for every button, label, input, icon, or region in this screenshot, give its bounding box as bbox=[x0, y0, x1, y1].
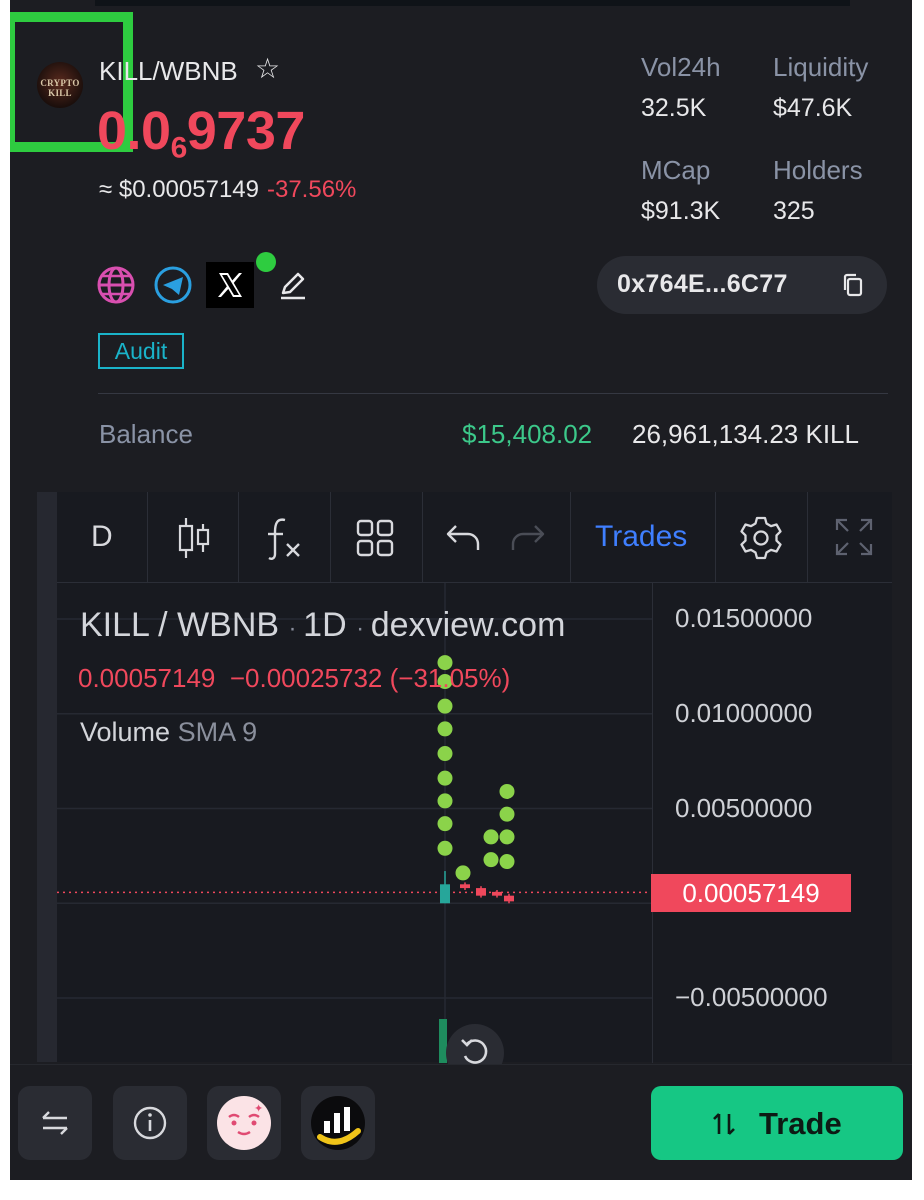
trade-marker bbox=[455, 865, 471, 881]
info-button[interactable] bbox=[113, 1086, 187, 1160]
stat-value-mcap: $91.3K bbox=[641, 197, 721, 225]
chart-base-symbol: KILL bbox=[80, 606, 149, 644]
usd-price: ≈ $0.00057149 bbox=[99, 176, 259, 203]
candle-body bbox=[460, 884, 470, 889]
token-pair-title: KILL/WBNB bbox=[99, 56, 238, 86]
trade-marker bbox=[437, 816, 453, 832]
trade-marker bbox=[437, 840, 453, 856]
indicators-icon[interactable] bbox=[263, 514, 305, 562]
y-tick-label: −0.00500000 bbox=[675, 982, 828, 1012]
trade-marker bbox=[437, 721, 453, 737]
trade-marker bbox=[437, 746, 453, 762]
audit-badge[interactable]: Audit bbox=[98, 333, 184, 369]
trade-marker bbox=[437, 770, 453, 786]
chart-pair-slash: / bbox=[158, 606, 178, 644]
settings-icon[interactable] bbox=[737, 514, 785, 562]
swap-button[interactable] bbox=[18, 1086, 92, 1160]
y-tick-label: 0.00500000 bbox=[675, 792, 813, 823]
balance-usd: $15,408.02 bbox=[462, 419, 593, 449]
trades-tab[interactable]: Trades bbox=[595, 520, 687, 554]
trade-marker bbox=[499, 854, 515, 870]
copy-icon[interactable] bbox=[839, 271, 867, 299]
top-banner-strip bbox=[95, 0, 850, 6]
candle-body bbox=[504, 895, 514, 902]
undo-icon[interactable] bbox=[444, 520, 482, 554]
trade-marker bbox=[483, 829, 499, 845]
mascot-button[interactable]: ✦ bbox=[207, 1086, 281, 1160]
interval-button[interactable]: D bbox=[91, 520, 113, 554]
stat-value-vol24h: 32.5K bbox=[641, 94, 707, 122]
chart-timeframe: 1D bbox=[303, 606, 347, 644]
contract-address-button[interactable]: 0x764E...6C77 bbox=[597, 256, 887, 314]
edit-icon[interactable] bbox=[272, 264, 314, 306]
balance-tokens: 26,961,134.23 KILL bbox=[632, 419, 859, 449]
trade-marker bbox=[437, 793, 453, 809]
y-tick-label: 0.01500000 bbox=[675, 603, 813, 633]
candle-body bbox=[440, 884, 450, 904]
trade-arrows-icon bbox=[713, 1113, 735, 1135]
stat-value-holders: 325 bbox=[773, 197, 815, 225]
contract-address: 0x764E...6C77 bbox=[617, 270, 788, 298]
y-tick-label: 0.01000000 bbox=[675, 697, 813, 728]
analytics-icon bbox=[311, 1096, 365, 1150]
trade-marker bbox=[499, 829, 515, 845]
price-chart-plot[interactable] bbox=[57, 583, 653, 1063]
trade-marker bbox=[483, 852, 499, 868]
stat-label-mcap: MCap bbox=[641, 155, 711, 185]
chart-source: dexview.com bbox=[370, 606, 566, 644]
stat-label-liquidity: Liquidity bbox=[773, 52, 869, 82]
fullscreen-icon[interactable] bbox=[833, 516, 875, 558]
balance-label: Balance bbox=[99, 419, 193, 449]
ohlc-change-percent: (−31.05%) bbox=[389, 663, 511, 693]
ohlc-close: 0.00057149 bbox=[78, 663, 216, 693]
stat-label-vol24h: Vol24h bbox=[641, 52, 721, 82]
telegram-icon[interactable] bbox=[152, 264, 194, 306]
price-change-percent: -37.56% bbox=[266, 176, 357, 203]
trade-marker bbox=[437, 698, 453, 714]
favorite-star-icon[interactable]: ☆ bbox=[255, 52, 280, 85]
redo-icon[interactable] bbox=[509, 520, 547, 554]
usd-price-row: ≈ $0.00057149 -37.56% bbox=[99, 176, 356, 204]
candlestick-icon[interactable] bbox=[176, 514, 212, 562]
candle-body bbox=[476, 888, 486, 896]
mascot-icon: ✦ bbox=[217, 1096, 271, 1150]
volume-label: Volume bbox=[80, 717, 171, 747]
swap-icon bbox=[42, 1111, 68, 1135]
chart-left-border bbox=[37, 492, 57, 1062]
price-zero-count: 6 bbox=[170, 131, 188, 165]
trade-label: Trade bbox=[759, 1106, 842, 1141]
stat-label-holders: Holders bbox=[773, 155, 863, 185]
chart-quote-symbol: WBNB bbox=[177, 606, 280, 644]
last-price-tag: 0.00057149 bbox=[651, 874, 851, 912]
legend-separator-2: · bbox=[356, 615, 371, 642]
legend-separator-1: · bbox=[288, 615, 304, 642]
ohlc-readout: 0.00057149 −0.00025732 (−31.05%) bbox=[78, 663, 510, 694]
stat-value-liquidity: $47.6K bbox=[773, 94, 853, 122]
analytics-button[interactable] bbox=[301, 1086, 375, 1160]
price-lead: 0.0 bbox=[97, 101, 171, 161]
trade-button[interactable]: Trade bbox=[651, 1086, 903, 1160]
layout-grid-icon[interactable] bbox=[355, 518, 395, 558]
x-icon[interactable] bbox=[206, 262, 254, 308]
volume-legend[interactable]: Volume SMA 9 bbox=[80, 717, 257, 748]
price-axis[interactable]: 0.015000000.010000000.005000000.00000000… bbox=[653, 583, 893, 1063]
chart-legend-title: KILL / WBNB · 1D · dexview.com bbox=[80, 606, 565, 645]
globe-icon[interactable] bbox=[95, 264, 137, 306]
info-icon bbox=[133, 1106, 167, 1140]
svg-text:✦: ✦ bbox=[254, 1102, 263, 1115]
reset-icon bbox=[461, 1039, 488, 1064]
token-detail-screen: CRYPTO KILL KILL/WBNB ☆ 0.069737 ≈ $0.00… bbox=[10, 0, 912, 1180]
price-tail: 9737 bbox=[186, 101, 306, 161]
trade-marker bbox=[499, 806, 515, 822]
token-price: 0.069737 bbox=[97, 100, 305, 165]
candle-body bbox=[492, 891, 502, 896]
trade-marker bbox=[499, 783, 515, 799]
volume-indicator: SMA 9 bbox=[177, 717, 258, 747]
ohlc-change: −0.00025732 bbox=[229, 663, 383, 693]
section-divider bbox=[98, 393, 888, 394]
